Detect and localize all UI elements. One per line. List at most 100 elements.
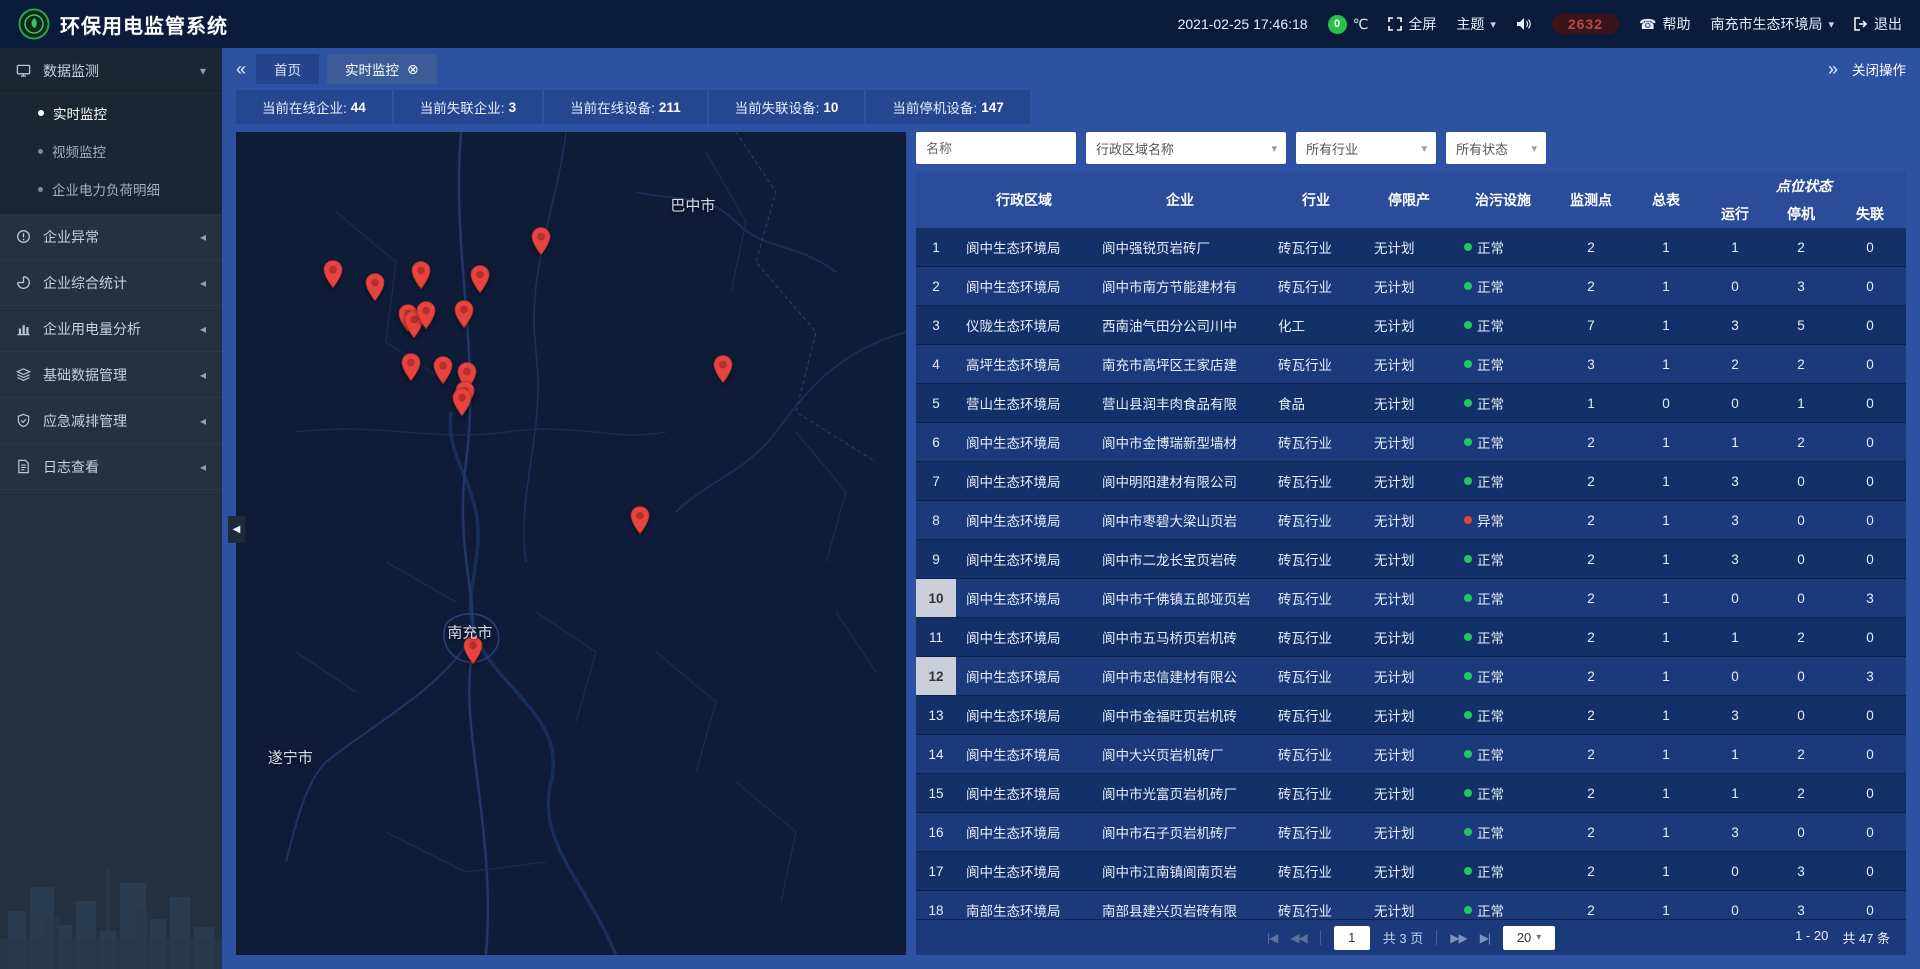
map-pin[interactable]: [530, 226, 551, 255]
region-filter-select[interactable]: 行政区域名称 ▾: [1086, 132, 1286, 164]
table-row[interactable]: 5营山生态环境局营山县润丰肉食品有限食品无计划正常10010: [916, 384, 1906, 423]
name-filter-input[interactable]: [916, 132, 1076, 164]
table-row[interactable]: 13阆中生态环境局阆中市金福旺页岩机砖砖瓦行业无计划正常21300: [916, 696, 1906, 735]
filter-bar: 行政区域名称 ▾ 所有行业 ▾ 所有状态 ▾: [916, 132, 1906, 164]
cell-region: 仪陇生态环境局: [956, 315, 1092, 335]
tabs-scroll-left-icon[interactable]: «: [236, 60, 246, 78]
cell-region: 阆中生态环境局: [956, 510, 1092, 530]
cell-region: 阆中生态环境局: [956, 627, 1092, 647]
sidebar-item-enterprise-abnormal[interactable]: 企业异常◂: [0, 214, 222, 260]
table-row[interactable]: 6阆中生态环境局阆中市金博瑞新型墙材砖瓦行业无计划正常21120: [916, 423, 1906, 462]
table-row[interactable]: 3仪陇生态环境局西南油气田分公司川中化工无计划正常71350: [916, 306, 1906, 345]
cell-company: 阆中市忠信建材有限公: [1092, 666, 1268, 686]
cell-row-index: 4: [916, 345, 956, 383]
table-row[interactable]: 17阆中生态环境局阆中市江南镇阆南页岩砖瓦行业无计划正常21030: [916, 852, 1906, 891]
map-city-label: 南充市: [447, 622, 492, 643]
cell-running: 3: [1702, 708, 1768, 723]
page-size-select[interactable]: 20 ▾: [1503, 926, 1555, 950]
cell-industry: 砖瓦行业: [1268, 861, 1364, 881]
table-row[interactable]: 11阆中生态环境局阆中市五马桥页岩机砖砖瓦行业无计划正常21120: [916, 618, 1906, 657]
cell-facility-status: 正常: [1454, 471, 1552, 491]
map-pin[interactable]: [630, 505, 651, 534]
table-row[interactable]: 16阆中生态环境局阆中市石子页岩机砖厂砖瓦行业无计划正常21300: [916, 813, 1906, 852]
prev-page-button[interactable]: ◀◀: [1290, 931, 1306, 945]
status-filter-select[interactable]: 所有状态 ▾: [1446, 132, 1546, 164]
table-row[interactable]: 4高坪生态环境局南充市高坪区王家店建砖瓦行业无计划正常31220: [916, 345, 1906, 384]
tab-close-icon[interactable]: ⊗: [407, 62, 419, 76]
theme-dropdown[interactable]: 主题 ▾: [1456, 14, 1496, 34]
close-operations-button[interactable]: 关闭操作: [1852, 59, 1906, 79]
table-row[interactable]: 18南部生态环境局南部县建兴页岩砖有限砖瓦行业无计划正常21030: [916, 891, 1906, 919]
sidebar-item-emergency-reduction[interactable]: 应急减排管理◂: [0, 398, 222, 444]
cell-region: 阆中生态环境局: [956, 276, 1092, 296]
fullscreen-button[interactable]: 全屏: [1388, 14, 1436, 34]
alert-count-badge[interactable]: 2632: [1552, 14, 1619, 34]
cell-lost: 0: [1834, 747, 1906, 762]
cell-company: 南充市高坪区王家店建: [1092, 354, 1268, 374]
next-page-button[interactable]: ▶▶: [1450, 931, 1466, 945]
table-row[interactable]: 1阆中生态环境局阆中强锐页岩砖厂砖瓦行业无计划正常21120: [916, 228, 1906, 267]
table-row[interactable]: 2阆中生态环境局阆中市南方节能建材有砖瓦行业无计划正常21030: [916, 267, 1906, 306]
table-row[interactable]: 14阆中生态环境局阆中大兴页岩机砖厂砖瓦行业无计划正常21120: [916, 735, 1906, 774]
cell-running: 1: [1702, 630, 1768, 645]
sidebar-item-log-view[interactable]: 日志查看◂: [0, 444, 222, 490]
cell-total-meters: 1: [1630, 513, 1702, 528]
sidebar-item-power-usage-analysis[interactable]: 企业用电量分析◂: [0, 306, 222, 352]
map-pin[interactable]: [469, 265, 490, 294]
map-pin[interactable]: [410, 261, 431, 290]
phone-icon: ☎: [1639, 16, 1656, 33]
sidebar-item-video-monitoring[interactable]: 视频监控: [0, 132, 222, 170]
total-pages-label: 共 3 页: [1383, 928, 1423, 947]
page-number-input[interactable]: [1334, 926, 1370, 950]
cell-limit: 无计划: [1364, 822, 1454, 842]
cell-company: 阆中强锐页岩砖厂: [1092, 237, 1268, 257]
map-pin[interactable]: [364, 273, 385, 302]
table-row[interactable]: 15阆中生态环境局阆中市光富页岩机砖厂砖瓦行业无计划正常21120: [916, 774, 1906, 813]
chevron-left-icon: ◂: [200, 276, 206, 290]
map-pin[interactable]: [713, 355, 734, 384]
status-dot-icon: [1464, 633, 1472, 641]
map-pin[interactable]: [451, 388, 472, 417]
logout-button[interactable]: 退出: [1854, 14, 1902, 34]
map-pin[interactable]: [416, 301, 437, 330]
cell-monitor-points: 2: [1552, 669, 1630, 684]
cell-company: 阆中市千佛镇五郎垭页岩: [1092, 588, 1268, 608]
tab-home[interactable]: 首页: [256, 54, 319, 84]
last-page-button[interactable]: ▶|: [1480, 931, 1490, 945]
table-row[interactable]: 10阆中生态环境局阆中市千佛镇五郎垭页岩砖瓦行业无计划正常21003: [916, 579, 1906, 618]
map[interactable]: 巴中市南充市遂宁市: [236, 132, 906, 955]
sidebar-item-realtime-monitoring[interactable]: 实时监控: [0, 94, 222, 132]
map-pin[interactable]: [323, 259, 344, 288]
cell-row-index: 14: [916, 735, 956, 773]
table-row[interactable]: 12阆中生态环境局阆中市忠信建材有限公砖瓦行业无计划正常21003: [916, 657, 1906, 696]
table-row[interactable]: 7阆中生态环境局阆中明阳建材有限公司砖瓦行业无计划正常21300: [916, 462, 1906, 501]
industry-filter-select[interactable]: 所有行业 ▾: [1296, 132, 1436, 164]
sidebar-item-enterprise-statistics[interactable]: 企业综合统计◂: [0, 260, 222, 306]
first-page-button[interactable]: |◀: [1267, 931, 1277, 945]
cell-row-index: 1: [916, 228, 956, 266]
sidebar-item-basic-data-management[interactable]: 基础数据管理◂: [0, 352, 222, 398]
alarm-speaker-button[interactable]: [1516, 17, 1532, 31]
map-pin[interactable]: [400, 352, 421, 381]
map-collapse-button[interactable]: ◀: [228, 516, 245, 543]
help-button[interactable]: ☎ 帮助: [1639, 14, 1690, 34]
cell-region: 阆中生态环境局: [956, 666, 1092, 686]
table-row[interactable]: 8阆中生态环境局阆中市枣碧大梁山页岩砖瓦行业无计划异常21300: [916, 501, 1906, 540]
tabs-scroll-right-icon[interactable]: »: [1828, 60, 1838, 78]
sidebar-item-enterprise-power-load-detail[interactable]: 企业电力负荷明细: [0, 170, 222, 208]
cell-monitor-points: 1: [1552, 396, 1630, 411]
org-dropdown[interactable]: 南充市生态环境局 ▾: [1710, 14, 1834, 34]
cell-limit: 无计划: [1364, 393, 1454, 413]
map-pin[interactable]: [433, 356, 454, 385]
status-dot-icon: [1464, 711, 1472, 719]
cell-company: 阆中大兴页岩机砖厂: [1092, 744, 1268, 764]
cell-running: 3: [1702, 513, 1768, 528]
sidebar-item-data-monitoring[interactable]: 数据监测▾: [0, 48, 222, 94]
table-row[interactable]: 9阆中生态环境局阆中市二龙长宝页岩砖砖瓦行业无计划正常21300: [916, 540, 1906, 579]
map-pin[interactable]: [453, 300, 474, 329]
cell-limit: 无计划: [1364, 237, 1454, 257]
tab-label: 实时监控: [345, 59, 399, 79]
tab-realtime-monitoring[interactable]: 实时监控 ⊗: [327, 54, 437, 84]
cell-row-index: 12: [916, 657, 956, 695]
cell-facility-status: 正常: [1454, 900, 1552, 919]
